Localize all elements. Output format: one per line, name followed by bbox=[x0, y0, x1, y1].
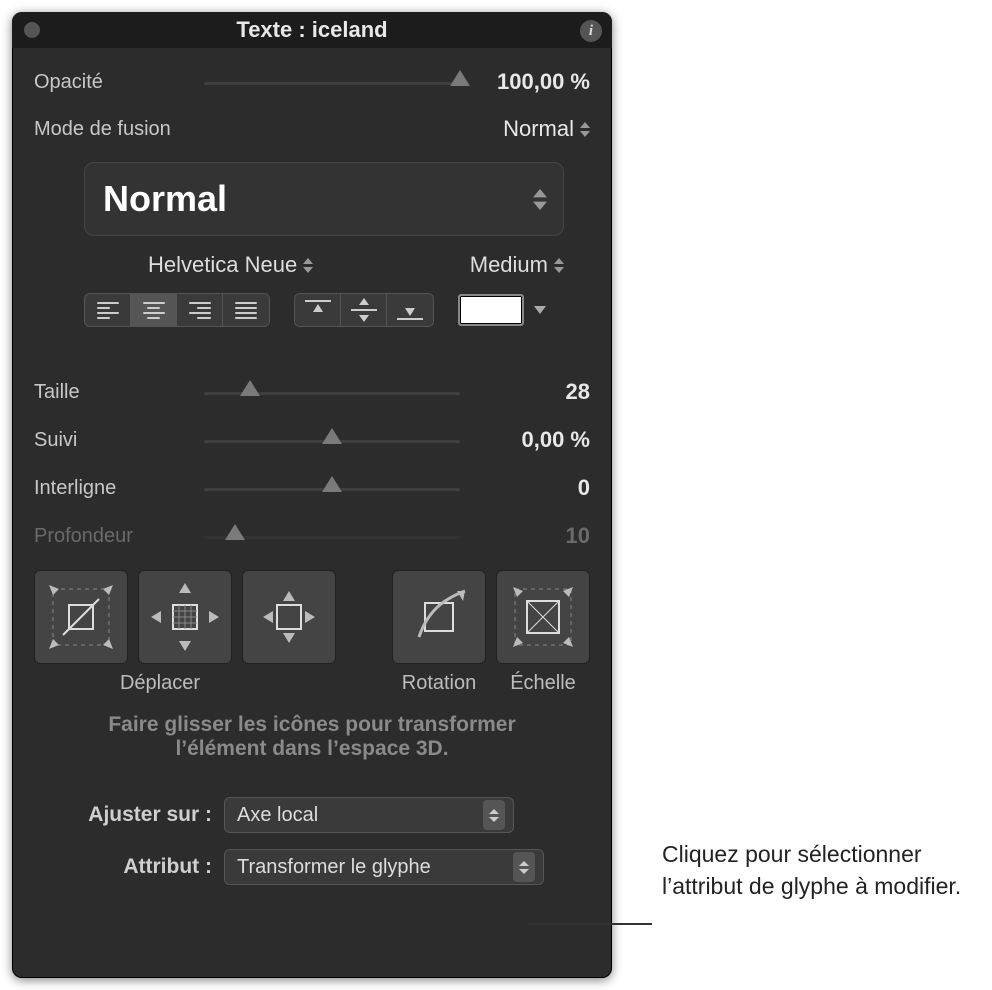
transform-tools: Déplacer Rotation bbox=[12, 560, 612, 695]
scale-label: Échelle bbox=[496, 672, 590, 695]
chevron-down-icon[interactable] bbox=[534, 306, 546, 314]
move-z-icon bbox=[249, 577, 329, 657]
attribute-select[interactable]: Transformer le glyphe bbox=[224, 849, 544, 885]
preset-name: Normal bbox=[103, 178, 529, 220]
updown-icon bbox=[554, 258, 564, 273]
vertical-align-segment bbox=[294, 293, 434, 327]
attribute-value: Transformer le glyphe bbox=[237, 856, 513, 879]
blend-mode-select[interactable]: Normal bbox=[503, 116, 590, 142]
align-center-button[interactable] bbox=[131, 294, 177, 326]
close-icon[interactable] bbox=[24, 22, 40, 38]
adjust-select[interactable]: Axe local bbox=[224, 797, 514, 833]
horizontal-align-segment bbox=[84, 293, 270, 327]
align-left-button[interactable] bbox=[85, 294, 131, 326]
hint-line-1: Faire glisser les icônes pour transforme… bbox=[52, 713, 572, 737]
size-value[interactable]: 28 bbox=[470, 379, 590, 405]
tracking-value[interactable]: 0,00 % bbox=[470, 427, 590, 453]
depth-slider bbox=[204, 524, 460, 548]
color-swatch[interactable] bbox=[458, 294, 524, 326]
depth-row: Profondeur 10 bbox=[12, 512, 612, 560]
rotate-label: Rotation bbox=[392, 672, 486, 695]
attribute-label: Attribut : bbox=[34, 855, 212, 879]
opacity-label: Opacité bbox=[34, 71, 204, 94]
size-label: Taille bbox=[34, 381, 204, 404]
move-xy-icon bbox=[41, 577, 121, 657]
opacity-slider[interactable] bbox=[204, 70, 460, 94]
align-right-button[interactable] bbox=[177, 294, 223, 326]
window-title: Texte : iceland bbox=[236, 17, 387, 43]
updown-icon bbox=[513, 852, 535, 882]
align-justify-button[interactable] bbox=[223, 294, 269, 326]
text-preset-select[interactable]: Normal bbox=[84, 162, 564, 236]
tracking-slider[interactable] bbox=[204, 428, 460, 452]
updown-icon bbox=[303, 258, 313, 273]
opacity-value[interactable]: 100,00 % bbox=[470, 69, 590, 95]
size-row: Taille 28 bbox=[12, 368, 612, 416]
move-xyz-icon bbox=[145, 577, 225, 657]
rotate-tool[interactable]: Rotation bbox=[392, 570, 486, 695]
depth-label: Profondeur bbox=[34, 525, 204, 548]
font-family-select[interactable]: Helvetica Neue bbox=[148, 252, 313, 278]
font-family-value: Helvetica Neue bbox=[148, 252, 297, 278]
move-xyz-tool[interactable]: Déplacer bbox=[138, 570, 232, 695]
valign-middle-button[interactable] bbox=[341, 294, 387, 326]
text-inspector-panel: Texte : iceland i Opacité 100,00 % Mode … bbox=[12, 12, 612, 978]
titlebar: Texte : iceland i bbox=[12, 12, 612, 48]
adjust-label: Ajuster sur : bbox=[34, 803, 212, 827]
move-label: Déplacer bbox=[88, 672, 232, 695]
move-xy-tool[interactable] bbox=[34, 570, 128, 672]
info-icon[interactable]: i bbox=[580, 20, 602, 42]
tracking-label: Suivi bbox=[34, 429, 204, 452]
hint-line-2: l’élément dans l’espace 3D. bbox=[52, 737, 572, 761]
valign-top-button[interactable] bbox=[295, 294, 341, 326]
leading-row: Interligne 0 bbox=[12, 464, 612, 512]
font-weight-select[interactable]: Medium bbox=[470, 252, 564, 278]
blend-value: Normal bbox=[503, 116, 574, 142]
alignment-row bbox=[12, 286, 612, 342]
attribute-row: Attribut : Transformer le glyphe bbox=[12, 843, 612, 891]
adjust-value: Axe local bbox=[237, 804, 483, 827]
updown-icon bbox=[533, 189, 547, 210]
move-z-tool[interactable] bbox=[242, 570, 336, 672]
leading-value[interactable]: 0 bbox=[470, 475, 590, 501]
font-row: Helvetica Neue Medium bbox=[12, 242, 612, 286]
size-slider[interactable] bbox=[204, 380, 460, 404]
scale-tool[interactable]: Échelle bbox=[496, 570, 590, 695]
leading-slider[interactable] bbox=[204, 476, 460, 500]
updown-icon bbox=[483, 800, 505, 830]
updown-icon bbox=[580, 122, 590, 137]
tracking-row: Suivi 0,00 % bbox=[12, 416, 612, 464]
adjust-row: Ajuster sur : Axe local bbox=[12, 791, 612, 839]
blend-label: Mode de fusion bbox=[34, 118, 503, 141]
opacity-row: Opacité 100,00 % bbox=[12, 58, 612, 106]
blend-row: Mode de fusion Normal bbox=[12, 106, 612, 152]
depth-value: 10 bbox=[470, 523, 590, 549]
rotate-icon bbox=[399, 577, 479, 657]
transform-hint: Faire glisser les icônes pour transforme… bbox=[12, 695, 612, 791]
font-weight-value: Medium bbox=[470, 252, 548, 278]
valign-bottom-button[interactable] bbox=[387, 294, 433, 326]
leading-label: Interligne bbox=[34, 477, 204, 500]
scale-icon bbox=[503, 577, 583, 657]
callout-text: Cliquez pour sélectionner l’attribut de … bbox=[662, 838, 972, 902]
